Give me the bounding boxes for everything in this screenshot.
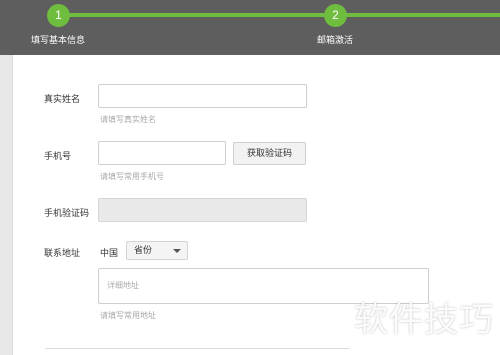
real-name-label: 真实姓名: [44, 94, 81, 104]
step-2-label: 邮箱激活: [317, 35, 354, 45]
left-gutter: [0, 55, 13, 355]
address-hint: 请填写常用地址: [100, 311, 156, 320]
step-1-label: 填写基本信息: [31, 35, 86, 45]
province-select[interactable]: 省份: [126, 241, 188, 260]
real-name-input[interactable]: [98, 84, 307, 108]
phone-hint: 请填写常用手机号: [100, 172, 164, 181]
divider: [45, 348, 350, 349]
chevron-down-icon: [173, 249, 181, 253]
verify-code-label: 手机验证码: [44, 208, 90, 218]
address-country: 中国: [100, 248, 119, 258]
verify-code-input[interactable]: [98, 198, 307, 222]
step-progress-line: [58, 13, 500, 17]
watermark: 软件技巧: [354, 300, 494, 340]
address-label: 联系地址: [44, 248, 81, 258]
real-name-hint: 请填写真实姓名: [100, 115, 156, 124]
detail-address-placeholder: 详细地址: [107, 281, 139, 290]
get-verification-code-button[interactable]: 获取验证码: [233, 142, 306, 165]
phone-input[interactable]: [98, 141, 226, 165]
province-select-value: 省份: [134, 245, 153, 255]
step-1-circle: 1: [47, 4, 70, 27]
phone-label: 手机号: [44, 151, 72, 161]
step-2-circle: 2: [324, 4, 347, 27]
step-progress-bar: 1 填写基本信息 2 邮箱激活: [0, 0, 500, 55]
